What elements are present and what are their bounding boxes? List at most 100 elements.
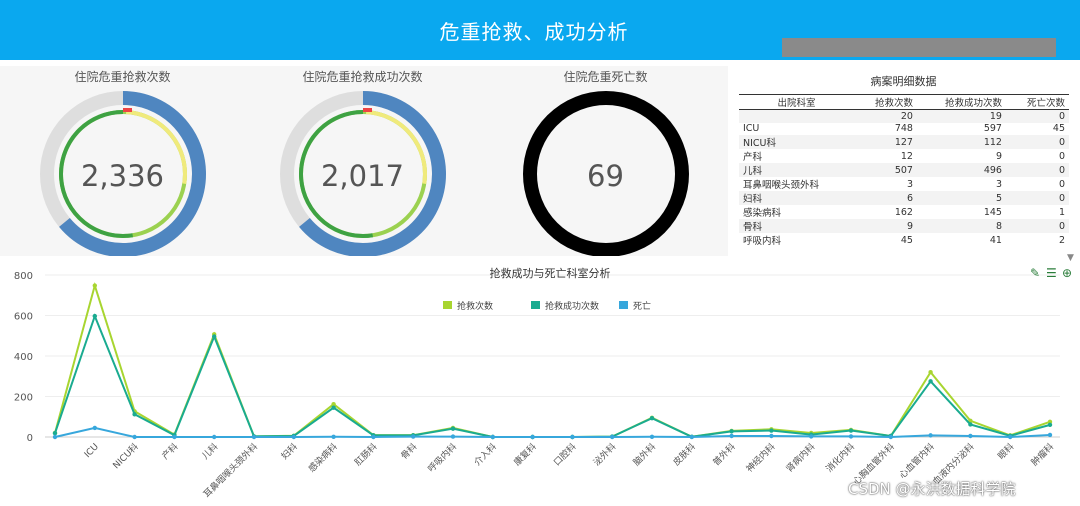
value-cell: 162	[894, 206, 913, 218]
dept-cell: 耳鼻咽喉头颈外科	[743, 180, 820, 191]
value-cell: 12	[900, 150, 913, 162]
dept-cell: 呼吸内科	[743, 236, 782, 247]
data-point	[490, 434, 495, 440]
watermark: CSDN @永洪数据科学院	[848, 480, 1016, 498]
dept-cell	[739, 109, 854, 123]
data-point	[729, 433, 734, 439]
data-point	[92, 313, 98, 319]
table-row[interactable]: NICU科 127 112 0	[739, 135, 1069, 149]
x-tick-label: 普外科	[710, 441, 738, 469]
x-tick-label: 心血管内科	[896, 441, 936, 481]
dept-cell: ICU	[743, 123, 760, 135]
data-point	[729, 429, 734, 434]
zoom-in-icon[interactable]: ⊕	[1062, 266, 1072, 280]
value-cell: 9	[854, 219, 917, 233]
pencil-icon[interactable]: ✎	[1030, 266, 1040, 280]
legend-swatch	[443, 301, 452, 309]
legend-label: 死亡	[633, 300, 651, 312]
x-tick-label: 康复科	[511, 441, 539, 469]
table-header-row: 出院科室 抢救次数 抢救成功次数 死亡次数	[739, 94, 1069, 110]
detail-table: 出院科室 抢救次数 抢救成功次数 死亡次数 20 19 0 ICU 748 597 45 NI…	[739, 94, 1069, 247]
value-cell: 3	[906, 178, 913, 190]
x-tick-label: 骨科	[398, 441, 419, 462]
data-point	[1047, 422, 1053, 428]
column-header[interactable]: 死亡次数	[1005, 94, 1069, 110]
legend-label: 抢救次数	[457, 300, 493, 312]
data-point	[968, 422, 973, 427]
table-row[interactable]: 儿科 507 496 0	[739, 163, 1069, 177]
data-point	[450, 426, 456, 431]
data-point	[928, 370, 933, 375]
data-point	[132, 412, 137, 417]
y-tick-label: 400	[14, 352, 33, 363]
data-point	[610, 434, 615, 440]
table-row[interactable]: 妇科 6 5 0	[739, 191, 1069, 205]
x-tick-label: 肿瘤科	[1029, 441, 1057, 469]
table-row[interactable]: ICU 748 597 45	[739, 123, 1069, 136]
x-tick-label: 神经内科	[744, 441, 778, 475]
value-cell: 9	[995, 150, 1002, 162]
data-point	[291, 434, 296, 440]
table-row[interactable]: 20 19 0	[739, 109, 1069, 123]
table-row[interactable]: 耳鼻咽喉头颈外科 3 3 0	[739, 177, 1069, 192]
y-tick-label: 600	[14, 312, 33, 323]
data-point	[809, 434, 814, 439]
table-row[interactable]: 呼吸内科 45 41 2	[739, 233, 1069, 248]
value-cell: 20	[854, 109, 917, 123]
redacted-bar	[782, 38, 1056, 57]
x-tick-label: 肛肠科	[352, 441, 380, 469]
data-point	[172, 434, 177, 440]
value-cell: 0	[1005, 109, 1069, 123]
data-point	[331, 405, 336, 410]
legend-label: 抢救成功次数	[545, 300, 599, 312]
column-header[interactable]: 出院科室	[739, 94, 854, 110]
column-header[interactable]: 抢救成功次数	[916, 94, 1006, 110]
data-point	[92, 425, 98, 431]
value-cell: 45	[900, 234, 913, 246]
data-point	[888, 434, 893, 440]
x-tick-label: ICU	[83, 442, 101, 460]
data-point	[52, 434, 58, 440]
y-tick-label: 800	[14, 271, 33, 282]
dept-cell: 产科	[743, 152, 763, 163]
value-cell: 145	[983, 206, 1002, 218]
gauge-marker	[363, 108, 372, 112]
column-header[interactable]: 抢救次数	[854, 94, 917, 110]
value-cell: 1	[1058, 206, 1065, 218]
data-point	[1047, 432, 1053, 438]
x-tick-label: NICU科	[110, 441, 141, 472]
value-cell: 0	[1005, 163, 1069, 177]
gauge-success: 住院危重抢救成功次数 2,017	[240, 66, 485, 256]
dept-cell: 骨科	[739, 219, 854, 233]
data-point	[848, 428, 854, 433]
data-point	[968, 433, 973, 439]
data-point	[769, 433, 774, 439]
x-tick-label: 皮肤科	[670, 441, 698, 469]
x-tick-label: 感染病科	[306, 441, 340, 475]
data-point	[212, 434, 217, 440]
series-line	[54, 426, 1051, 439]
table-row[interactable]: 感染病科 162 145 1	[739, 205, 1069, 220]
data-point	[570, 434, 575, 440]
data-point	[132, 434, 137, 440]
list-icon[interactable]: ☰	[1046, 266, 1057, 280]
gauge-value: 69	[587, 159, 624, 193]
data-point	[769, 428, 774, 433]
data-point	[212, 334, 217, 339]
x-tick-label: 脑外科	[631, 441, 659, 469]
value-cell: 6	[854, 191, 917, 205]
gauge-value: 2,017	[320, 159, 405, 193]
data-point	[649, 415, 655, 421]
data-point	[848, 434, 854, 439]
table-row[interactable]: 骨科 9 8 0	[739, 219, 1069, 233]
chart-title: 抢救成功与死亡科室分析	[490, 266, 611, 280]
data-point	[928, 433, 933, 438]
data-point	[450, 434, 456, 439]
table-row[interactable]: 产科 12 9 0	[739, 149, 1069, 164]
data-point	[689, 434, 694, 440]
data-point	[649, 434, 655, 439]
value-cell: 597	[983, 123, 1002, 135]
page-header: 危重抢救、成功分析	[0, 0, 1080, 60]
x-tick-label: 呼吸内科	[425, 441, 459, 475]
data-point	[1008, 434, 1013, 440]
